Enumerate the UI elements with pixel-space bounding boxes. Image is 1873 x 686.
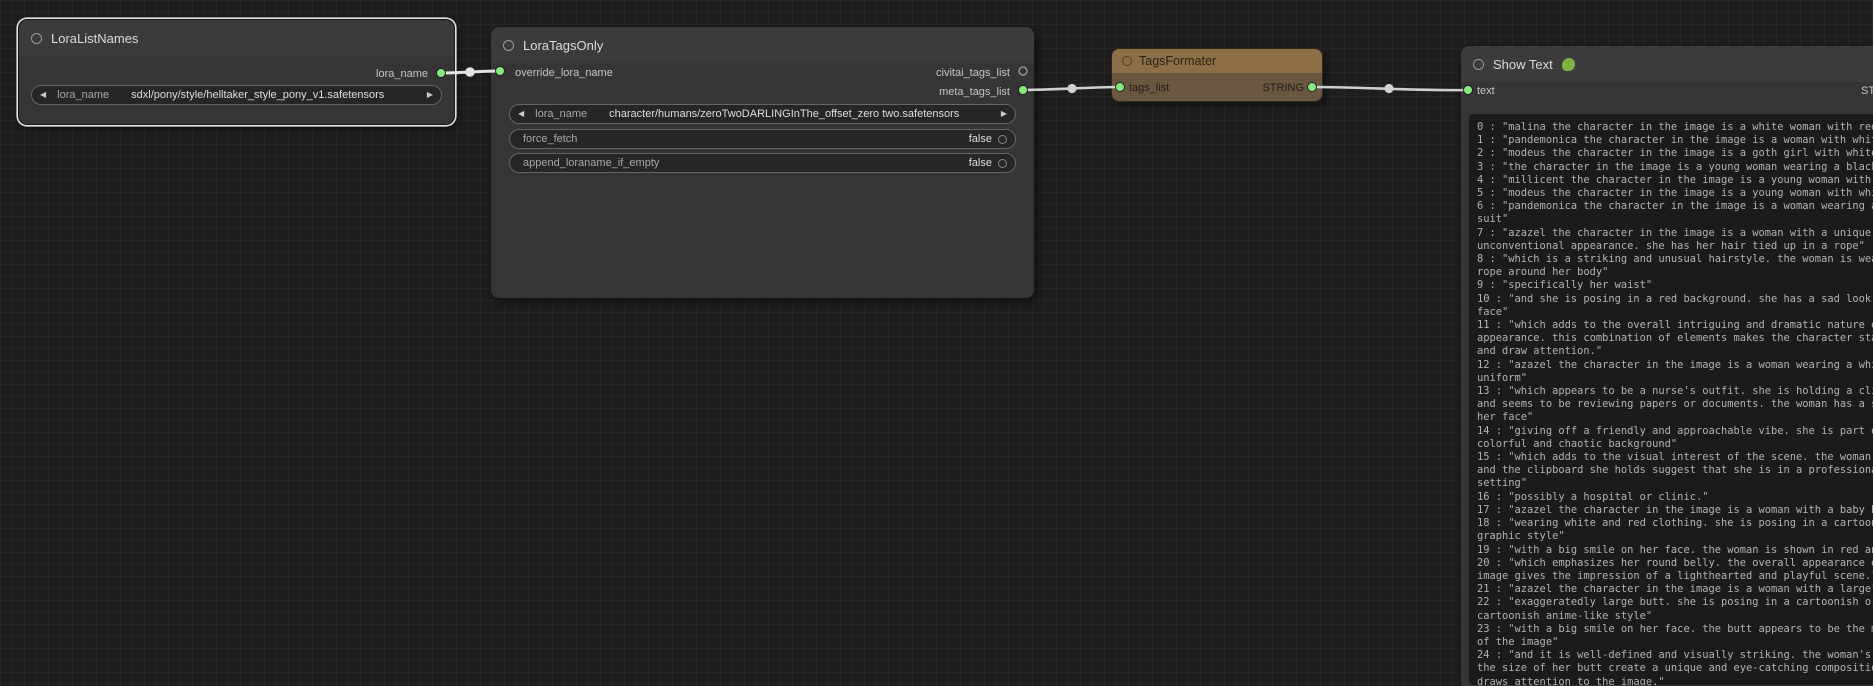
node-header[interactable]: LoraTagsOnly — [491, 27, 1034, 63]
combo-prev-icon[interactable]: ◀ — [518, 110, 524, 118]
widget-label: lora_name — [57, 89, 109, 101]
combo-next-icon[interactable]: ▶ — [1001, 110, 1007, 118]
wire-midpoint-dot[interactable] — [465, 67, 475, 77]
combo-widget-lora-name[interactable]: ◀ lora_name sdxl/pony/style/helltaker_st… — [31, 85, 442, 105]
output-slot-label-string: STRING — [1861, 85, 1873, 97]
combo-prev-icon[interactable]: ◀ — [40, 91, 46, 99]
combo-widget-lora-name[interactable]: ◀ lora_name character/humans/zeroTwoDARL… — [509, 104, 1016, 124]
node-graph-canvas[interactable]: LoraListNames lora_name ◀ lora_name sdxl… — [0, 0, 1873, 686]
collapse-dot-icon[interactable] — [1122, 56, 1132, 66]
widget-label: lora_name — [535, 108, 587, 120]
output-slot-label-civitai-tags-list: civitai_tags_list — [936, 67, 1010, 79]
node-show-text[interactable]: Show Text text STRING 0 : "malina the ch… — [1460, 45, 1873, 686]
node-header[interactable]: TagsFormater — [1112, 49, 1322, 73]
node-title: LoraTagsOnly — [523, 38, 603, 53]
node-title: LoraListNames — [51, 31, 138, 46]
widget-label: force_fetch — [523, 133, 577, 145]
node-lora-list-names[interactable]: LoraListNames lora_name ◀ lora_name sdxl… — [18, 19, 455, 125]
node-header[interactable]: Show Text — [1461, 46, 1873, 82]
node-title: TagsFormater — [1139, 54, 1216, 68]
wire-midpoint-dot[interactable] — [1384, 84, 1393, 93]
node-tags-formater[interactable]: TagsFormater tags_list STRING — [1111, 48, 1323, 102]
node-header[interactable]: LoraListNames — [19, 20, 454, 56]
toggle-widget-append-loraname-if-empty[interactable]: append_loraname_if_empty false — [509, 153, 1016, 173]
toggle-widget-force-fetch[interactable]: force_fetch false — [509, 129, 1016, 149]
output-slot-label-lora-name: lora_name — [376, 68, 428, 80]
collapse-dot-icon[interactable] — [503, 40, 514, 51]
wire-meta-tags-list[interactable] — [1023, 87, 1120, 90]
collapse-dot-icon[interactable] — [31, 33, 42, 44]
widget-label: append_loraname_if_empty — [523, 157, 659, 169]
input-slot-label-override-lora-name: override_lora_name — [515, 67, 613, 79]
widget-value: sdxl/pony/style/helltaker_style_pony_v1.… — [131, 89, 421, 101]
toggle-indicator-icon — [998, 159, 1007, 168]
node-title: Show Text — [1493, 57, 1553, 72]
input-slot-label-text: text — [1477, 85, 1495, 97]
widget-value: false — [969, 157, 992, 169]
wire-string[interactable] — [1312, 87, 1468, 90]
output-slot-label-string: STRING — [1262, 82, 1304, 94]
collapse-dot-icon[interactable] — [1473, 59, 1484, 70]
snake-icon — [1562, 58, 1575, 71]
input-slot-label-tags-list: tags_list — [1129, 82, 1169, 94]
combo-next-icon[interactable]: ▶ — [427, 91, 433, 99]
show-text-output-area[interactable]: 0 : "malina the character in the image i… — [1469, 114, 1873, 685]
output-slot-label-meta-tags-list: meta_tags_list — [939, 86, 1010, 98]
wire-midpoint-dot[interactable] — [1067, 84, 1076, 93]
widget-value: false — [969, 133, 992, 145]
widget-value: character/humans/zeroTwoDARLINGInThe_off… — [609, 108, 995, 120]
node-lora-tags-only[interactable]: LoraTagsOnly override_lora_name civitai_… — [490, 26, 1035, 299]
toggle-indicator-icon — [998, 135, 1007, 144]
